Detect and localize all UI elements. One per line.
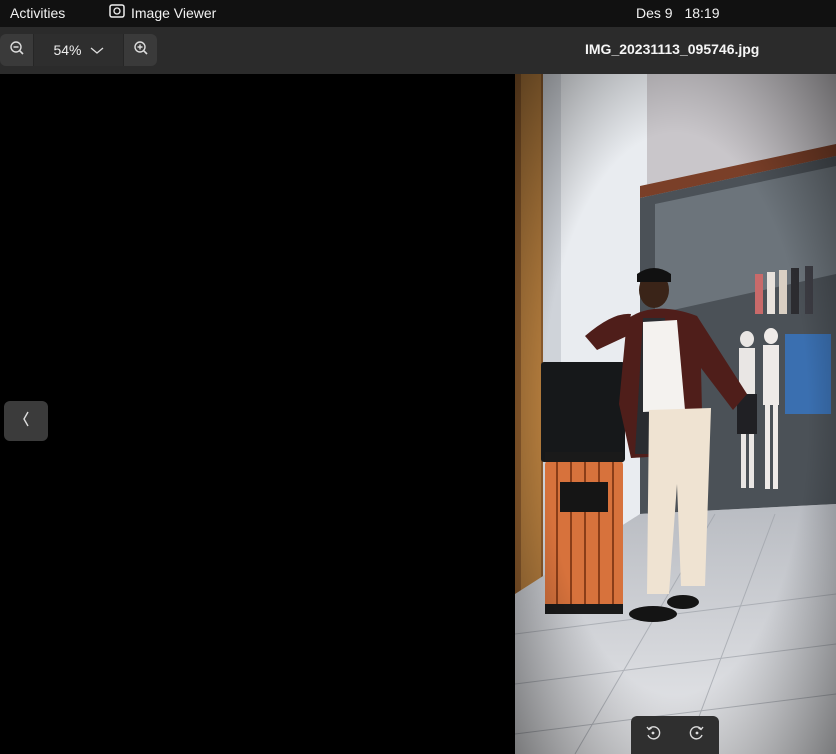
previous-image-button[interactable] [4, 401, 48, 441]
rotate-left-icon [645, 725, 661, 746]
chevron-left-icon [21, 410, 31, 433]
rotate-left-button[interactable] [631, 716, 675, 754]
clock-date: Des 9 [636, 5, 673, 21]
zoom-level-dropdown[interactable]: 54% [33, 34, 124, 66]
image-viewer-app-icon [109, 4, 125, 21]
rotation-controls [631, 716, 719, 754]
activities-button[interactable]: Activities [10, 5, 65, 21]
app-menu[interactable]: Image Viewer [109, 4, 216, 21]
zoom-in-button[interactable] [124, 34, 157, 66]
zoom-in-icon [133, 40, 149, 61]
clock[interactable]: Des 9 18:19 [636, 5, 720, 21]
image-canvas[interactable] [0, 74, 836, 754]
window-title-filename: IMG_20231113_095746.jpg [585, 41, 760, 57]
header-bar: 54% IMG_20231113_095746.jpg [0, 27, 836, 75]
displayed-photo [515, 74, 836, 754]
zoom-controls: 54% [0, 34, 157, 66]
zoom-level-value: 54% [53, 42, 82, 58]
clock-time: 18:19 [684, 5, 720, 21]
chevron-down-icon [90, 42, 104, 58]
zoom-out-button[interactable] [0, 34, 33, 66]
rotate-right-button[interactable] [675, 716, 719, 754]
app-name: Image Viewer [131, 4, 217, 21]
zoom-out-icon [9, 40, 25, 61]
system-top-bar: Activities Image Viewer Des 9 18:19 [0, 0, 836, 27]
rotate-right-icon [689, 725, 705, 746]
